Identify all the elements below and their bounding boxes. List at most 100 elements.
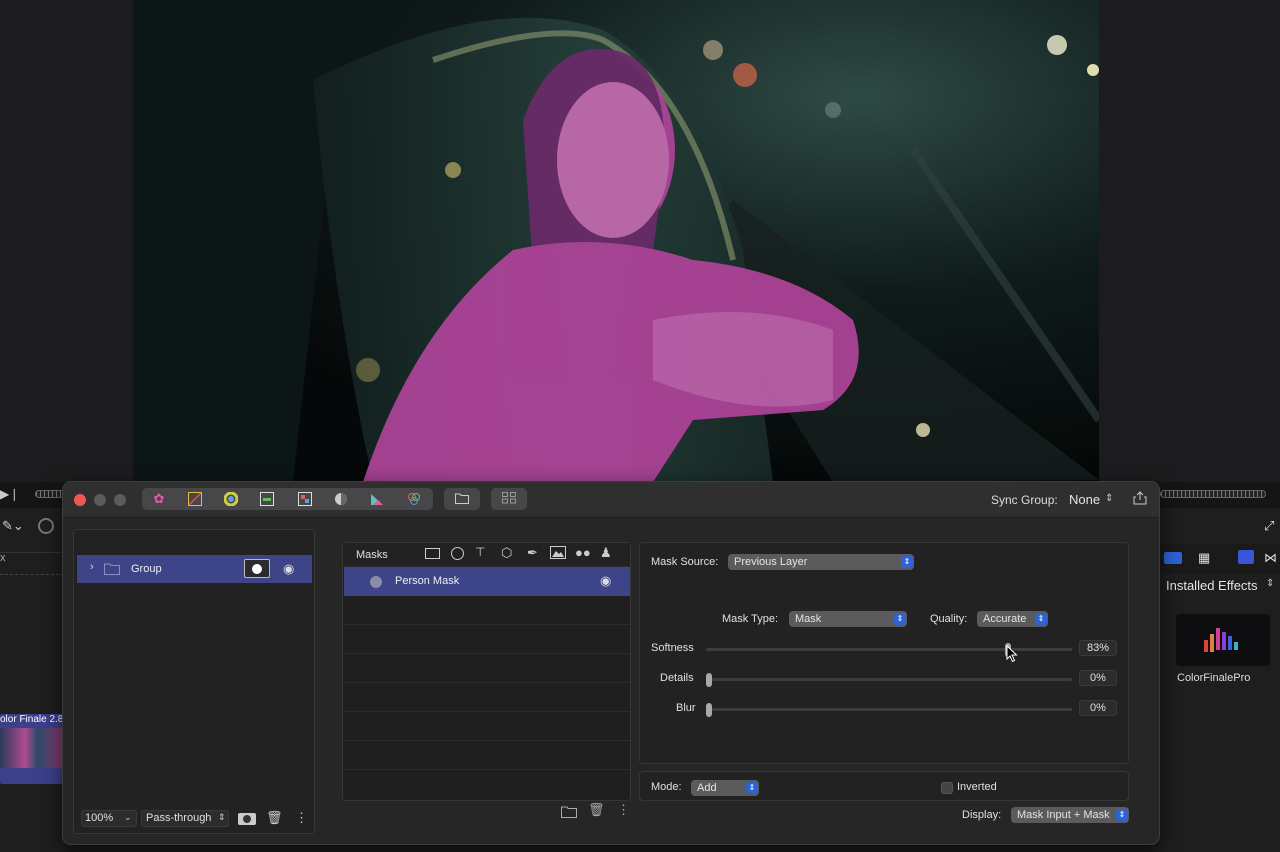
details-slider-handle[interactable]: [706, 673, 712, 687]
chevron-down-icon: ⌄: [124, 812, 132, 822]
minimize-window-button[interactable]: [94, 494, 106, 506]
folder-icon: [454, 492, 470, 506]
magic-wand-icon[interactable]: ✎⌄: [2, 518, 24, 534]
inverted-checkbox[interactable]: [941, 782, 953, 794]
effect-name: ColorFinalePro: [1177, 672, 1251, 684]
chevron-updown-icon: ⇕: [894, 613, 906, 625]
installed-effects-dropdown[interactable]: Installed Effects: [1166, 578, 1258, 593]
mode-panel: Mode: Add ⇕ Inverted: [639, 771, 1129, 801]
lut-icon[interactable]: [297, 492, 313, 506]
rectangle-mask-icon[interactable]: [425, 548, 440, 559]
mask-type-dropdown[interactable]: Mask ⇕: [789, 611, 907, 627]
zoom-value: 100%: [85, 812, 114, 824]
zoom-window-button[interactable]: [114, 494, 126, 506]
mode-value: Add: [697, 782, 717, 794]
chevron-updown-icon: ⇕: [1105, 493, 1114, 504]
blur-slider[interactable]: [706, 703, 1072, 717]
empty-mask-row: [343, 741, 630, 770]
timeline-index-icon[interactable]: [1164, 552, 1182, 564]
luma-mask-icon[interactable]: [550, 546, 566, 562]
mask-source-value: Previous Layer: [734, 556, 808, 568]
blur-value[interactable]: 0%: [1079, 700, 1117, 716]
color-wheel-icon[interactable]: [223, 491, 239, 507]
clip-thumbnail: [0, 728, 62, 768]
close-x-icon[interactable]: x: [0, 552, 6, 564]
mask-label: Person Mask: [395, 575, 460, 587]
trash-icon[interactable]: 🗑: [588, 802, 605, 818]
shape-mask-icon[interactable]: ⬡: [501, 545, 512, 561]
levels-icon[interactable]: [259, 492, 275, 506]
color-mask-icon[interactable]: ●●: [575, 545, 591, 560]
folder-button[interactable]: [444, 488, 480, 510]
layer-mask-thumbnail[interactable]: [244, 559, 270, 578]
mask-source-dropdown[interactable]: Previous Layer ⇕: [728, 554, 914, 570]
eye-icon[interactable]: ◉: [600, 573, 611, 589]
sphere-icon[interactable]: [333, 492, 349, 506]
chevron-right-icon[interactable]: ›: [90, 561, 94, 573]
sync-group-dropdown[interactable]: None: [1069, 492, 1100, 507]
film-icon[interactable]: ▦: [1198, 550, 1210, 566]
add-mask-button[interactable]: [238, 813, 256, 825]
details-slider[interactable]: [706, 673, 1072, 687]
more-vertical-icon[interactable]: ⋮: [295, 810, 308, 826]
colorfinale-window: ✿ Sync Group: None ⇕ › Group ◉ 100% ⌄ Pa…: [62, 481, 1160, 845]
quality-dropdown[interactable]: Accurate ⇕: [977, 611, 1048, 627]
display-dropdown[interactable]: Mask Input + Mask ⇕: [1011, 807, 1129, 823]
window-titlebar[interactable]: ✿ Sync Group: None ⇕: [63, 482, 1159, 518]
clip-label: olor Finale 2.8: [0, 714, 62, 725]
eye-icon[interactable]: ◉: [283, 561, 294, 577]
trash-icon[interactable]: 🗑: [266, 810, 283, 826]
speed-gauge-icon[interactable]: [38, 518, 54, 534]
grid-button[interactable]: [491, 488, 527, 510]
close-window-button[interactable]: [74, 494, 86, 506]
details-value[interactable]: 0%: [1079, 670, 1117, 686]
host-left-panel: ✎⌄ x olor Finale 2.8: [0, 508, 64, 852]
details-label: Details: [660, 672, 694, 684]
mask-settings-panel: Mask Source: Previous Layer ⇕ Mask Type:…: [639, 542, 1129, 764]
effect-thumbnail[interactable]: [1176, 614, 1270, 666]
chevron-updown-icon: ⇕: [218, 812, 226, 822]
softness-value[interactable]: 83%: [1079, 640, 1117, 656]
host-right-panel: ⤢ ▦ ⋈ Installed Effects ⇕ ColorFinalePro: [1160, 508, 1280, 852]
timeline-clip[interactable]: olor Finale 2.8: [0, 714, 62, 784]
left-scrubber[interactable]: [35, 490, 65, 498]
mode-dropdown[interactable]: Add ⇕: [691, 780, 759, 796]
pen-mask-icon[interactable]: ✒: [527, 545, 538, 561]
empty-mask-row: [343, 596, 630, 625]
colorfinale-logo-icon: [1204, 628, 1238, 652]
chevron-updown-icon: ⇕: [746, 782, 758, 794]
layer-row-group[interactable]: › Group ◉: [77, 555, 312, 583]
mask-row-person[interactable]: Person Mask ◉: [344, 567, 630, 596]
person-mask-icon[interactable]: ♟: [600, 545, 612, 561]
gradient-mask-icon[interactable]: ⊤: [475, 545, 485, 559]
mask-source-label: Mask Source:: [651, 556, 719, 568]
mask-type-label: Mask Type:: [722, 613, 779, 625]
chevron-updown-icon: ⇕: [1266, 578, 1275, 589]
masks-list-panel: Masks ⊤ ⬡ ✒ ●● ♟ Person Mask ◉: [342, 542, 631, 801]
play-next-icon[interactable]: ▶❘: [0, 487, 19, 501]
mask-indicator-icon: [370, 576, 382, 588]
transitions-icon[interactable]: ⋈: [1264, 550, 1277, 566]
selective-color-icon[interactable]: [406, 492, 422, 506]
fullscreen-icon[interactable]: ⤢: [1264, 518, 1274, 534]
details-slider-row: Details 0%: [640, 669, 1128, 699]
blend-mode-value: Pass-through: [146, 812, 212, 824]
empty-mask-row: [343, 683, 630, 712]
color-wheels-icon[interactable]: ✿: [151, 492, 167, 506]
histogram-icon[interactable]: [369, 492, 385, 506]
zoom-dropdown[interactable]: 100% ⌄: [81, 810, 137, 827]
quality-label: Quality:: [930, 613, 968, 625]
blur-slider-handle[interactable]: [706, 703, 712, 717]
blend-mode-dropdown[interactable]: Pass-through ⇕: [141, 810, 229, 827]
browser-icon[interactable]: [1238, 550, 1254, 564]
curves-icon[interactable]: [187, 492, 203, 506]
ellipse-mask-icon[interactable]: [451, 547, 464, 560]
display-label: Display:: [962, 809, 1002, 821]
export-icon[interactable]: [1133, 491, 1147, 508]
empty-mask-row: [343, 654, 630, 683]
masks-header: Masks ⊤ ⬡ ✒ ●● ♟: [343, 543, 630, 567]
folder-icon[interactable]: [561, 805, 577, 821]
folder-icon: [104, 562, 120, 578]
more-vertical-icon[interactable]: ⋮: [617, 802, 630, 818]
right-scrubber[interactable]: [1160, 490, 1266, 498]
